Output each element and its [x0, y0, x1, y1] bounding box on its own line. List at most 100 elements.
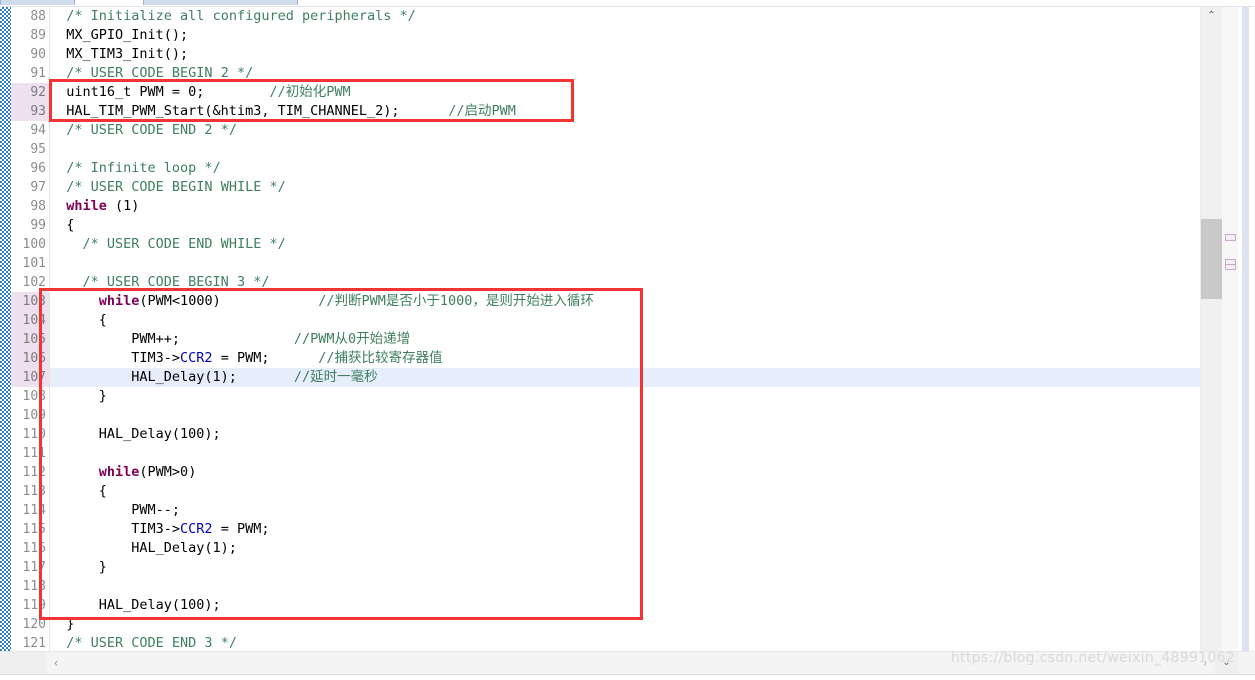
code-line[interactable]: /* Initialize all configured peripherals…	[50, 7, 1200, 26]
scroll-left-arrow-icon[interactable]: ‹	[46, 652, 66, 674]
line-number[interactable]: 120	[11, 615, 49, 634]
code-token-cmt: /* USER CODE END 3 */	[66, 635, 237, 651]
line-number[interactable]: 100	[11, 235, 49, 254]
line-number[interactable]: 110	[11, 425, 49, 444]
hscroll-left-pad	[0, 652, 46, 674]
code-line[interactable]: TIM3->CCR2 = PWM;	[50, 520, 1200, 539]
code-line[interactable]: HAL_Delay(100);	[50, 596, 1200, 615]
line-number[interactable]: 99	[11, 216, 49, 235]
line-number[interactable]: 93	[11, 102, 49, 121]
code-surface[interactable]: /* Initialize all configured peripherals…	[50, 7, 1200, 652]
line-number[interactable]: 107	[11, 368, 49, 387]
line-number[interactable]: 97	[11, 178, 49, 197]
code-line[interactable]: }	[50, 615, 1200, 634]
scrollbar-track[interactable]: ⌃	[1201, 7, 1222, 652]
line-number[interactable]: 95	[11, 140, 49, 159]
line-number[interactable]: 119	[11, 596, 49, 615]
code-line[interactable]: PWM--;	[50, 501, 1200, 520]
code-line[interactable]: MX_TIM3_Init();	[50, 45, 1200, 64]
editor-tab-2[interactable]	[143, 0, 298, 5]
line-number[interactable]: 91	[11, 64, 49, 83]
line-number-gutter[interactable]: 88 89 90 91 92 93 94 95 96 97 98 99 100 101 102 103 104 1…	[11, 7, 49, 670]
code-token-plain: (PWM>0)	[139, 464, 197, 480]
code-token-plain: {	[50, 312, 107, 328]
code-line[interactable]: {	[50, 216, 1200, 235]
scroll-up-arrow-icon[interactable]: ⌃	[1201, 7, 1222, 24]
code-token-plain: HAL_Delay(100);	[50, 597, 221, 613]
code-line[interactable]	[50, 254, 1200, 273]
code-token-plain: TIM3->	[50, 350, 181, 366]
code-token-cmt: //启动PWM	[448, 103, 516, 119]
line-number[interactable]: 115	[11, 520, 49, 539]
code-token-cmt: /* USER CODE BEGIN 3 */	[82, 274, 270, 290]
code-line[interactable]: {	[50, 482, 1200, 501]
code-token-kw: while	[98, 464, 140, 480]
code-line[interactable]: /* USER CODE END WHILE */	[50, 235, 1200, 254]
vertical-scrollbar[interactable]: ⌃	[1200, 7, 1238, 652]
code-line[interactable]: }	[50, 387, 1200, 406]
line-number[interactable]: 113	[11, 482, 49, 501]
code-token-plain: }	[50, 616, 75, 632]
overview-marker-1[interactable]	[1225, 234, 1236, 241]
code-line[interactable]	[50, 577, 1200, 596]
line-number[interactable]: 116	[11, 539, 49, 558]
code-line[interactable]: HAL_Delay(1); //延时一毫秒	[50, 368, 1200, 387]
line-number[interactable]: 108	[11, 387, 49, 406]
code-line[interactable]: while(PWM>0)	[50, 463, 1200, 482]
code-line[interactable]: /* Infinite loop */	[50, 159, 1200, 178]
line-number[interactable]: 102	[11, 273, 49, 292]
line-number[interactable]: 111	[11, 444, 49, 463]
code-line[interactable]: /* USER CODE BEGIN WHILE */	[50, 178, 1200, 197]
code-line[interactable]: while(PWM<1000) //判断PWM是否小于1000，是则开始进入循环	[50, 292, 1200, 311]
line-number[interactable]: 114	[11, 501, 49, 520]
scrollbar-thumb[interactable]	[1201, 219, 1222, 299]
code-token-plain: PWM++;	[50, 331, 294, 347]
code-line[interactable]: /* USER CODE BEGIN 2 */	[50, 64, 1200, 83]
line-number[interactable]: 94	[11, 121, 49, 140]
code-token-cmt: //捕获比较寄存器值	[318, 350, 443, 366]
code-token-plain: = PWM;	[212, 350, 319, 366]
code-line[interactable]: PWM++; //PWM从0开始递增	[50, 330, 1200, 349]
line-number[interactable]: 90	[11, 45, 49, 64]
code-line[interactable]: {	[50, 311, 1200, 330]
line-number[interactable]: 98	[11, 197, 49, 216]
line-number[interactable]: 112	[11, 463, 49, 482]
code-line[interactable]: uint16_t PWM = 0; //初始化PWM	[50, 83, 1200, 102]
code-token-cmt: /* USER CODE END 2 */	[66, 122, 237, 138]
line-number[interactable]: 117	[11, 558, 49, 577]
overview-marker-2[interactable]	[1225, 259, 1236, 270]
line-number[interactable]: 101	[11, 254, 49, 273]
line-number[interactable]: 118	[11, 577, 49, 596]
code-line[interactable]: /* USER CODE BEGIN 3 */	[50, 273, 1200, 292]
code-token-plain: HAL_Delay(1);	[50, 369, 294, 385]
line-number[interactable]: 109	[11, 406, 49, 425]
code-line[interactable]: HAL_Delay(100);	[50, 425, 1200, 444]
line-number[interactable]: 89	[11, 26, 49, 45]
code-line[interactable]: HAL_Delay(1);	[50, 539, 1200, 558]
code-token-field: CCR2	[180, 350, 213, 366]
editor-tab-1[interactable]	[0, 0, 75, 5]
code-line[interactable]: TIM3->CCR2 = PWM; //捕获比较寄存器值	[50, 349, 1200, 368]
code-line[interactable]	[50, 406, 1200, 425]
code-line[interactable]: }	[50, 558, 1200, 577]
code-token-plain: (1)	[106, 198, 140, 214]
line-number[interactable]: 105	[11, 330, 49, 349]
window-bottom-edge	[0, 674, 1255, 680]
line-number[interactable]: 104	[11, 311, 49, 330]
code-line[interactable]	[50, 444, 1200, 463]
line-number[interactable]: 92	[11, 83, 49, 102]
code-line[interactable]: MX_GPIO_Init();	[50, 26, 1200, 45]
line-number[interactable]: 96	[11, 159, 49, 178]
line-number[interactable]: 88	[11, 7, 49, 26]
code-editor-pane[interactable]: 88 89 90 91 92 93 94 95 96 97 98 99 100 101 102 103 104 1…	[0, 6, 1255, 680]
line-number[interactable]: 103	[11, 292, 49, 311]
code-line[interactable]	[50, 140, 1200, 159]
line-number[interactable]: 106	[11, 349, 49, 368]
code-line[interactable]: HAL_TIM_PWM_Start(&htim3, TIM_CHANNEL_2)…	[50, 102, 1200, 121]
code-line[interactable]: while (1)	[50, 197, 1200, 216]
code-line[interactable]: /* USER CODE END 2 */	[50, 121, 1200, 140]
